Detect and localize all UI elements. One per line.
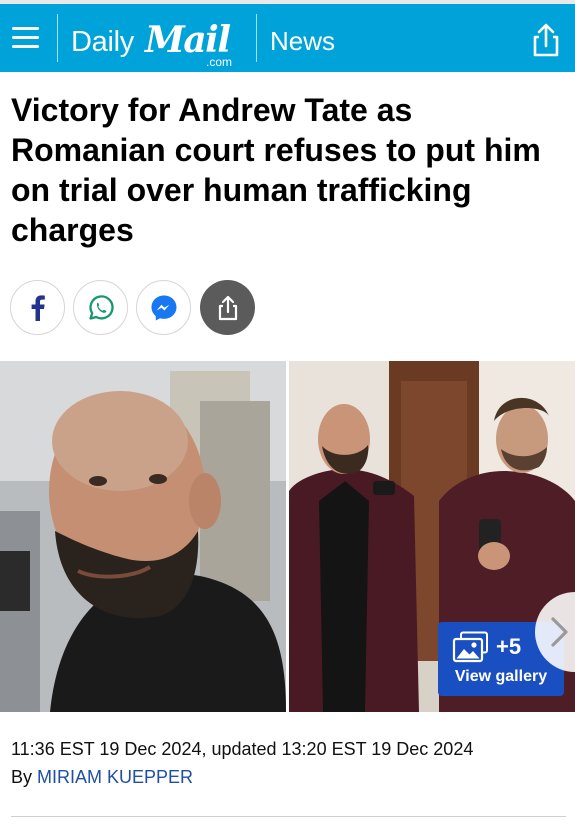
article-image-gallery[interactable]: +5 View gallery [0, 361, 575, 712]
menu-icon [12, 27, 39, 30]
site-header: Daily Mail .com News [0, 4, 575, 72]
gallery-count: +5 [496, 634, 522, 659]
byline-prefix: By [11, 767, 33, 787]
byline: By MIRIAM KUEPPER [11, 765, 193, 790]
header-divider [57, 14, 58, 62]
share-icon [533, 23, 559, 57]
article-headline: Victory for Andrew Tate as Romanian cour… [11, 92, 541, 248]
header-divider [256, 14, 257, 62]
facebook-icon [31, 294, 45, 321]
messenger-icon [151, 295, 176, 320]
facebook-share-button[interactable] [10, 280, 65, 335]
gallery-label: View gallery [454, 668, 548, 685]
menu-icon-bar [12, 36, 39, 39]
logo-daily: Daily [71, 26, 134, 58]
menu-button[interactable] [8, 18, 46, 56]
whatsapp-share-button[interactable] [73, 280, 128, 335]
chevron-right-icon [551, 617, 568, 647]
menu-icon-bar [12, 45, 39, 48]
divider [11, 816, 566, 817]
gallery-icon [452, 631, 488, 663]
more-share-button[interactable] [200, 280, 255, 335]
article-timestamp: 11:36 EST 19 Dec 2024, updated 13:20 EST… [11, 739, 474, 759]
header-share-button[interactable] [528, 22, 564, 58]
author-link[interactable]: MIRIAM KUEPPER [37, 767, 193, 787]
section-title[interactable]: News [270, 26, 335, 57]
logo-tld: .com [206, 55, 233, 69]
article-photo-left[interactable] [0, 361, 286, 712]
share-icon [218, 295, 237, 320]
whatsapp-icon [88, 294, 114, 320]
messenger-share-button[interactable] [136, 280, 191, 335]
